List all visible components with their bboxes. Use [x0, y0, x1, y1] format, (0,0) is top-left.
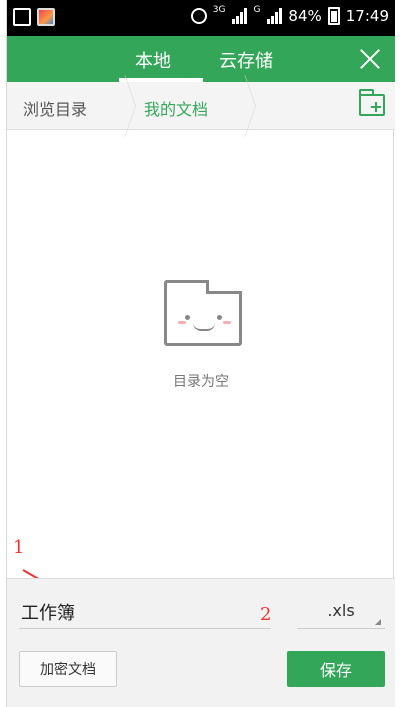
- folder-plus-icon[interactable]: [359, 89, 385, 116]
- phone-screen: 3G G 84% 17:49 本地 云存储 浏览目录 我的文档 目录为空 1 工…: [6, 0, 395, 707]
- battery-icon: [327, 7, 340, 25]
- breadcrumb-root[interactable]: 浏览目录: [23, 96, 87, 120]
- empty-directory-text: 目录为空: [173, 374, 229, 390]
- status-bar: 3G G 84% 17:49: [7, 0, 395, 36]
- alarm-icon: [190, 8, 207, 24]
- breadcrumb: 浏览目录 我的文档: [7, 74, 395, 138]
- close-icon[interactable]: [355, 44, 385, 74]
- breadcrumb-separator-icon: [114, 74, 136, 138]
- breadcrumb-current[interactable]: 我的文档: [144, 96, 208, 120]
- network-type-label-2: G: [253, 5, 261, 15]
- battery-percent: 84%: [288, 7, 322, 25]
- save-panel: .xls 加密文档 保存: [7, 578, 395, 707]
- app-header: 本地 云存储: [7, 36, 395, 82]
- breadcrumb-separator-icon: [234, 74, 256, 138]
- signal-icon: [232, 8, 248, 24]
- save-button[interactable]: 保存: [287, 651, 385, 687]
- empty-folder-icon: [164, 280, 242, 346]
- network-type-label: 3G: [212, 5, 226, 15]
- tab-local[interactable]: 本地: [135, 47, 171, 73]
- clock-time: 17:49: [345, 7, 389, 25]
- app-notification-icon: [37, 8, 55, 26]
- image-notification-icon: [13, 8, 31, 26]
- annotation-marker-1: 1: [13, 537, 25, 558]
- filename-input[interactable]: [19, 595, 271, 629]
- signal-icon-2: [267, 8, 283, 24]
- tab-cloud-storage[interactable]: 云存储: [219, 47, 273, 73]
- extension-select[interactable]: .xls: [297, 595, 385, 629]
- encrypt-document-button[interactable]: 加密文档: [19, 651, 117, 687]
- annotation-marker-2: 2: [260, 604, 272, 625]
